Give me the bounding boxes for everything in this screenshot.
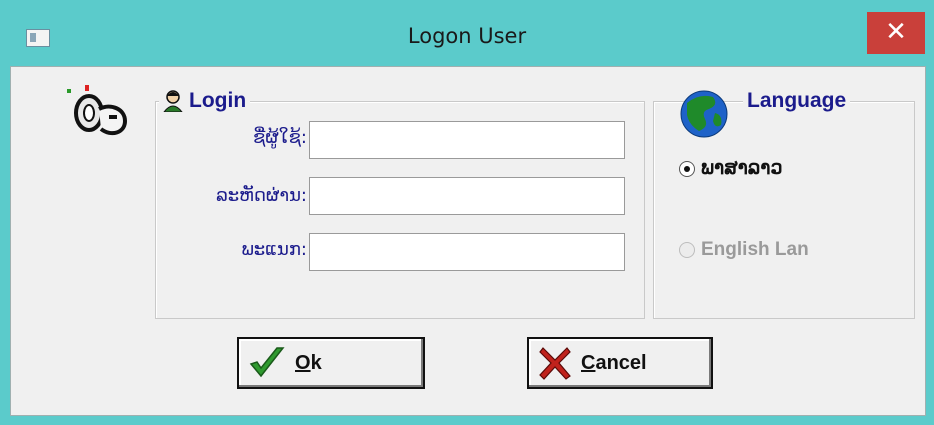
cross-icon <box>539 347 571 380</box>
department-input[interactable] <box>309 233 625 271</box>
cancel-button[interactable]: Cancel <box>527 337 713 389</box>
key-icon <box>67 85 128 136</box>
dialog-body: Login ຊື່ຜູ້ໃຊ້: ລະຫັດຜ່ານ: ພະແນກ: Langu… <box>10 66 926 416</box>
department-label: ພະແນກ: <box>241 239 307 260</box>
logon-dialog: Logon User ✕ Login ຊື່ຜູ້ໃຊ້: ລະຫັດຜ່ານ:… <box>0 0 934 425</box>
window-title: Logon User <box>407 24 527 48</box>
language-legend: Language <box>743 89 851 113</box>
cancel-button-label: Cancel <box>581 351 647 374</box>
english-radio-label: English Lan <box>701 239 809 260</box>
username-input[interactable] <box>309 121 625 159</box>
username-label: ຊື່ຜູ້ໃຊ້: <box>253 127 307 148</box>
lao-language-option[interactable]: ພາສາລາວ <box>679 157 782 180</box>
login-legend: Login <box>159 89 251 113</box>
login-legend-label: Login <box>189 89 247 112</box>
ok-button-label: Ok <box>295 351 322 374</box>
password-input[interactable] <box>309 177 625 215</box>
checkmark-icon <box>249 347 285 378</box>
close-icon: ✕ <box>885 17 907 47</box>
english-language-option[interactable]: English Lan <box>679 239 809 261</box>
lao-radio-label: ພາສາລາວ <box>701 158 783 179</box>
person-icon <box>163 90 183 112</box>
english-radio[interactable] <box>679 242 695 258</box>
title-bar[interactable]: Logon User ✕ <box>0 0 934 66</box>
password-label: ລະຫັດຜ່ານ: <box>216 185 307 206</box>
ok-button[interactable]: Ok <box>237 337 425 389</box>
close-button[interactable]: ✕ <box>867 12 925 54</box>
globe-icon <box>680 90 728 138</box>
lao-radio[interactable] <box>679 160 695 177</box>
